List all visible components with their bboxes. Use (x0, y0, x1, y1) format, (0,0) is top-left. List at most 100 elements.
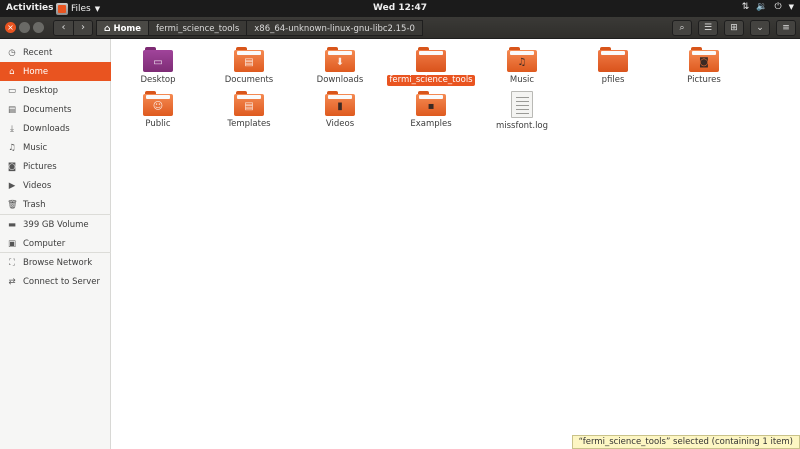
folder-icon: ☺ (143, 91, 173, 116)
folder-icon: ◙ (689, 47, 719, 72)
sidebar-item-label: Computer (23, 238, 66, 249)
chevron-right-icon: › (81, 22, 85, 33)
clock[interactable]: Wed 12:47 (0, 3, 800, 13)
file-item[interactable]: fermi_science_tools (386, 47, 476, 86)
sidebar-item-label: Home (23, 66, 49, 77)
file-item[interactable]: ♫ Music (477, 47, 567, 86)
header-bar: × ‹ › ⌂ Home fermi_science_tools x86_64-unk… (0, 17, 800, 39)
sidebar-item-label: Pictures (23, 161, 57, 172)
documents-icon: ▤ (7, 104, 17, 115)
system-menu[interactable]: ⇅ 🔉 ⏻ ▼ (742, 2, 794, 12)
chevron-down-icon: ⌄ (756, 23, 764, 33)
back-button[interactable]: ‹ (54, 21, 73, 35)
sidebar-item-399-gb-volume[interactable]: ▬ 399 GB Volume (0, 215, 111, 234)
breadcrumb-item[interactable]: x86_64-unknown-linux-gnu-libc2.15-0 (246, 20, 423, 36)
sidebar-item-trash[interactable]: 🗑 Trash (0, 195, 111, 214)
sidebar-item-videos[interactable]: ▶ Videos (0, 176, 111, 195)
sidebar-item-label: Music (23, 142, 48, 153)
app-menu[interactable]: Files ▼ (56, 0, 100, 17)
file-item[interactable]: ⬇ Downloads (295, 47, 385, 86)
sidebar-item-documents[interactable]: ▤ Documents (0, 100, 111, 119)
sidebar-item-computer[interactable]: ▣ Computer (0, 234, 111, 253)
header-actions: ⌕ ☰ ⊞ ⌄ ≡ (672, 20, 796, 36)
computer-icon: ▣ (7, 238, 17, 249)
grid-view-button[interactable]: ⊞ (724, 20, 744, 36)
file-name: Public (145, 119, 171, 129)
sidebar-item-connect-to-server[interactable]: ⇄ Connect to Server (0, 272, 111, 291)
sidebar-item-downloads[interactable]: ⤓ Downloads (0, 119, 111, 138)
view-options-button[interactable]: ⌄ (750, 20, 770, 36)
folder-icon: ▤ (234, 47, 264, 72)
file-item[interactable]: ▮ Videos (295, 91, 385, 130)
video-icon: ▶ (8, 180, 16, 191)
sidebar-item-label: Desktop (23, 85, 59, 96)
file-item[interactable]: ▤ Documents (204, 47, 294, 86)
home-icon: ⌂ (9, 66, 15, 77)
grid-view-icon: ⊞ (730, 23, 738, 33)
forward-button[interactable]: › (73, 21, 92, 35)
folder-icon (416, 47, 446, 72)
list-view-icon: ☰ (703, 23, 713, 33)
file-item[interactable]: pfiles (568, 47, 658, 86)
sidebar-item-label: Connect to Server (23, 276, 100, 287)
top-panel: Activities Files ▼ Wed 12:47 ⇅ 🔉 ⏻ ▼ (0, 0, 800, 17)
folder-icon: ⬇ (325, 47, 355, 72)
list-view-button[interactable]: ☰ (698, 20, 718, 36)
activities-button[interactable]: Activities (6, 3, 54, 13)
breadcrumb-item[interactable]: ⌂ Home (96, 20, 150, 36)
breadcrumb-item[interactable]: fermi_science_tools (148, 20, 248, 36)
sidebar-item-label: Documents (23, 104, 72, 115)
sidebar-item-home[interactable]: ⌂ Home (0, 62, 111, 81)
sidebar-item-label: Recent (23, 47, 53, 58)
desktop-icon: ▭ (7, 85, 17, 96)
sidebar-item-browse-network[interactable]: ⛶ Browse Network (0, 253, 111, 272)
search-button[interactable]: ⌕ (672, 20, 692, 36)
camera-icon: ◙ (7, 161, 17, 172)
sidebar-item-label: 399 GB Volume (23, 219, 89, 230)
file-name: Music (509, 75, 535, 85)
folder-icon: ▮ (325, 91, 355, 116)
minimize-window-button[interactable] (19, 22, 30, 33)
close-window-button[interactable]: × (5, 22, 16, 33)
maximize-window-button[interactable] (33, 22, 44, 33)
breadcrumb-label: Home (113, 24, 142, 34)
sidebar-item-pictures[interactable]: ◙ Pictures (0, 157, 111, 176)
hamburger-menu-icon: ≡ (782, 23, 790, 33)
clock-icon: ◷ (8, 47, 16, 58)
main-menu-button[interactable]: ≡ (776, 20, 796, 36)
sidebar-item-desktop[interactable]: ▭ Desktop (0, 81, 111, 100)
chevron-down-icon: ▼ (788, 3, 794, 11)
trash-icon: 🗑 (7, 199, 18, 210)
sidebar-item-label: Trash (23, 199, 46, 210)
text-file-icon (511, 91, 533, 118)
file-item[interactable]: ▭ Desktop (113, 47, 203, 86)
file-grid: “fermi_science_tools” selected (containi… (111, 39, 800, 449)
file-item[interactable]: missfont.log (477, 91, 567, 132)
folder-icon: ▤ (234, 91, 264, 116)
folder-icon: ▪ (416, 91, 446, 116)
file-item[interactable]: ▪ Examples (386, 91, 476, 130)
file-name: Documents (224, 75, 274, 85)
file-name: Downloads (316, 75, 364, 85)
breadcrumb: ⌂ Home fermi_science_tools x86_64-unknown-l… (96, 20, 423, 36)
sidebar-item-music[interactable]: ♫ Music (0, 138, 111, 157)
breadcrumb-label: fermi_science_tools (156, 24, 240, 34)
breadcrumb-label: x86_64-unknown-linux-gnu-libc2.15-0 (254, 24, 415, 34)
file-item[interactable]: ◙ Pictures (659, 47, 749, 86)
folder-icon: ♫ (507, 47, 537, 72)
home-icon: ⌂ (104, 24, 111, 34)
file-name: fermi_science_tools (387, 75, 475, 86)
file-name: Templates (227, 119, 271, 129)
drive-icon: ▬ (7, 219, 17, 230)
app-name: Files (71, 3, 91, 14)
chevron-left-icon: ‹ (61, 22, 66, 33)
server-icon: ⇄ (8, 276, 16, 287)
network-icon: ⛶ (9, 257, 15, 268)
music-icon: ♫ (8, 142, 16, 153)
file-item[interactable]: ▤ Templates (204, 91, 294, 130)
sidebar-item-recent[interactable]: ◷ Recent (0, 43, 111, 62)
status-bar: “fermi_science_tools” selected (containi… (571, 435, 800, 449)
file-name: Videos (325, 119, 355, 129)
file-name: missfont.log (495, 121, 549, 131)
file-item[interactable]: ☺ Public (113, 91, 203, 130)
